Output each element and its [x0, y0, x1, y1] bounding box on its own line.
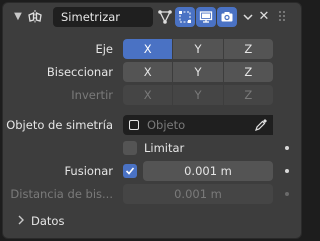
render-camera-icon[interactable] — [217, 7, 237, 27]
mirror-object-placeholder: Objeto — [147, 118, 186, 132]
realtime-display-icon[interactable] — [196, 7, 216, 27]
bisect-y-button[interactable]: Y — [173, 62, 223, 82]
flip-z-button[interactable]: Z — [223, 85, 273, 105]
bisect-distance-field[interactable]: 0.001 m — [123, 184, 273, 204]
axis-z-button[interactable]: Z — [223, 39, 273, 59]
object-icon — [129, 120, 139, 130]
keyframe-dot-icon[interactable] — [285, 146, 289, 150]
clip-label: Limitar — [144, 141, 185, 155]
close-icon[interactable]: ✕ — [254, 7, 274, 27]
axis-x-button[interactable]: X — [123, 39, 173, 59]
bisect-label: Biseccionar — [46, 65, 113, 79]
vertex-edit-mode-icon[interactable] — [155, 7, 175, 27]
merge-checkbox[interactable] — [123, 164, 137, 178]
data-subpanel-label: Datos — [31, 214, 65, 228]
flip-label: Invertir — [71, 88, 113, 102]
merge-label: Fusionar — [64, 164, 113, 178]
bisect-distance-label: Distancia de bis... — [10, 187, 113, 201]
merge-distance-field[interactable]: 0.001 m — [143, 161, 273, 181]
modifier-name-field[interactable]: Simetrizar — [53, 7, 153, 27]
axis-toggle-group: X Y Z — [123, 39, 273, 59]
modifier-header: ▼ Simetrizar ✕ — [3, 7, 301, 29]
mirror-modifier-panel: ▼ Simetrizar ✕ Eje X Y Z Biseccionar X Y… — [2, 2, 302, 239]
data-subpanel-header[interactable]: Datos — [17, 211, 64, 231]
drag-handle-icon[interactable] — [278, 9, 288, 21]
keyframe-dot-icon[interactable] — [285, 169, 289, 173]
keyframe-dot-icon[interactable] — [285, 192, 289, 196]
flip-toggle-group: X Y Z — [123, 85, 273, 105]
bisect-z-button[interactable]: Z — [223, 62, 273, 82]
axis-label: Eje — [95, 42, 113, 56]
flip-y-button[interactable]: Y — [173, 85, 223, 105]
mirror-modifier-icon[interactable] — [27, 9, 43, 25]
mirror-object-label: Objeto de simetría — [6, 118, 113, 132]
eyedropper-icon[interactable] — [249, 115, 273, 135]
clip-checkbox[interactable] — [123, 141, 137, 155]
bisect-x-button[interactable]: X — [123, 62, 173, 82]
axis-y-button[interactable]: Y — [173, 39, 223, 59]
chevron-right-icon — [17, 213, 31, 233]
flip-x-button[interactable]: X — [123, 85, 173, 105]
on-cage-icon[interactable] — [175, 7, 195, 27]
bisect-toggle-group: X Y Z — [123, 62, 273, 82]
chevron-down-icon[interactable]: ▼ — [11, 10, 25, 24]
